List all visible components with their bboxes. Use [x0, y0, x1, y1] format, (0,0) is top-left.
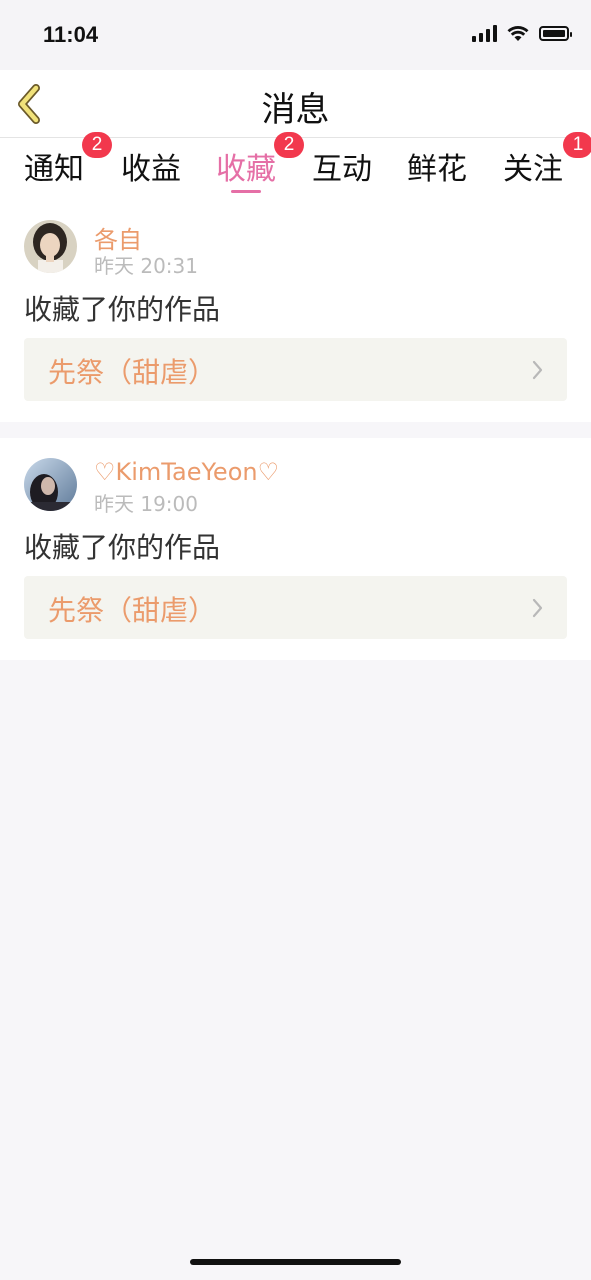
tab-label: 通知 [24, 152, 84, 187]
status-bar: 11:04 [0, 0, 591, 70]
work-title: 先祭（甜虐） [48, 594, 217, 627]
wifi-icon [507, 25, 529, 41]
status-time: 11:04 [43, 22, 99, 47]
tab-following[interactable]: 关注 1 [503, 132, 591, 188]
tab-label: 互动 [312, 152, 372, 187]
tab-label: 收益 [121, 152, 181, 187]
message-text: 收藏了你的作品 [24, 531, 221, 564]
status-icons [472, 24, 572, 42]
avatar-image [24, 220, 77, 273]
notification-badge: 2 [82, 132, 112, 158]
message-text: 收藏了你的作品 [24, 293, 221, 326]
tab-favorites[interactable]: 收藏 2 [216, 132, 304, 193]
home-indicator [190, 1259, 401, 1265]
chevron-right-icon [532, 598, 543, 618]
message-card: ♡KimTaeYeon♡ 昨天 19:00 收藏了你的作品 先祭（甜虐） [0, 438, 591, 660]
tab-bar: 通知 2 收益 收藏 2 互动 鲜花 关注 1 [0, 132, 591, 200]
tab-label: 收藏 [216, 152, 276, 187]
active-tab-indicator [231, 190, 261, 193]
chevron-right-icon [532, 360, 543, 380]
message-card: 各自 昨天 20:31 收藏了你的作品 先祭（甜虐） [0, 200, 591, 422]
nav-bar: 消息 [0, 70, 591, 138]
battery-icon [539, 25, 572, 41]
tab-interactions[interactable]: 互动 [312, 144, 372, 188]
work-title: 先祭（甜虐） [48, 356, 217, 389]
signal-icon [472, 24, 497, 42]
tab-notifications[interactable]: 通知 2 [24, 132, 112, 188]
timestamp: 昨天 19:00 [94, 492, 198, 516]
work-link[interactable]: 先祭（甜虐） [24, 338, 567, 401]
avatar[interactable] [24, 220, 77, 273]
timestamp: 昨天 20:31 [94, 254, 198, 278]
work-link[interactable]: 先祭（甜虐） [24, 576, 567, 639]
tab-label: 鲜花 [407, 152, 467, 187]
page-title: 消息 [261, 90, 330, 130]
favorites-badge: 2 [274, 132, 304, 158]
following-badge: 1 [563, 132, 591, 158]
tab-flowers[interactable]: 鲜花 [407, 144, 467, 188]
tab-label: 关注 [503, 152, 563, 187]
username[interactable]: ♡KimTaeYeon♡ [94, 458, 279, 486]
tab-earnings[interactable]: 收益 [121, 144, 181, 188]
avatar[interactable] [24, 458, 77, 511]
avatar-image [24, 458, 77, 511]
